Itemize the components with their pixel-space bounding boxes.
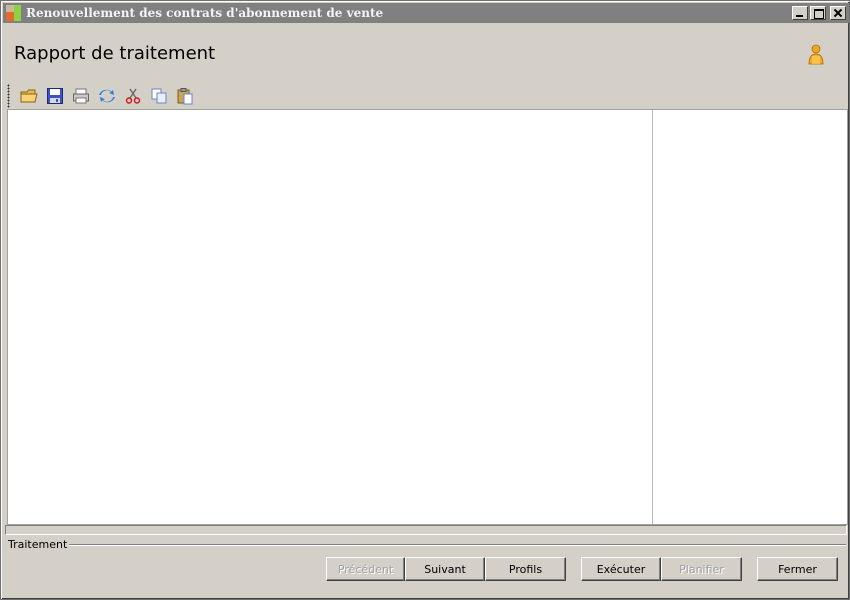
- group-divider: [61, 544, 846, 546]
- report-main-area[interactable]: [8, 110, 652, 524]
- profiles-button-label: Profils: [508, 562, 543, 576]
- execute-button-label: Exécuter: [596, 562, 646, 576]
- next-button-label: Suivant: [424, 562, 466, 576]
- print-icon[interactable]: [68, 85, 94, 107]
- previous-button[interactable]: Précédent: [326, 557, 405, 581]
- close-button[interactable]: Fermer: [757, 557, 838, 581]
- refresh-icon[interactable]: [94, 85, 120, 107]
- copy-icon[interactable]: [146, 85, 172, 107]
- report-side-area[interactable]: [653, 110, 847, 524]
- window-title: Renouvellement des contrats d'abonnement…: [26, 6, 384, 20]
- next-button[interactable]: Suivant: [405, 557, 485, 581]
- paste-icon[interactable]: [172, 85, 198, 107]
- application-window: Renouvellement des contrats d'abonnement…: [0, 0, 850, 600]
- open-folder-icon[interactable]: [16, 85, 42, 107]
- execute-button[interactable]: Exécuter: [581, 557, 661, 581]
- toolbar-grip[interactable]: [7, 84, 10, 108]
- previous-button-label: Précédent: [337, 562, 394, 576]
- report-panel: [7, 109, 848, 525]
- toolbar: [7, 84, 198, 108]
- cut-icon[interactable]: [120, 85, 146, 107]
- window-controls: [792, 6, 846, 20]
- save-icon[interactable]: [42, 85, 68, 107]
- close-window-button[interactable]: [830, 6, 846, 20]
- title-bar[interactable]: Renouvellement des contrats d'abonnement…: [3, 3, 849, 23]
- minimize-button[interactable]: [792, 6, 808, 20]
- close-button-label: Fermer: [778, 562, 817, 576]
- app-icon: [5, 4, 23, 22]
- schedule-button[interactable]: Planifier: [661, 557, 742, 581]
- maximize-button[interactable]: [810, 6, 826, 20]
- page-title: Rapport de traitement: [14, 43, 216, 64]
- horizontal-scrollbar[interactable]: [5, 525, 847, 535]
- schedule-button-label: Planifier: [679, 562, 724, 576]
- profiles-button[interactable]: Profils: [485, 557, 566, 581]
- group-label: Traitement: [8, 538, 70, 551]
- user-icon[interactable]: [806, 44, 826, 66]
